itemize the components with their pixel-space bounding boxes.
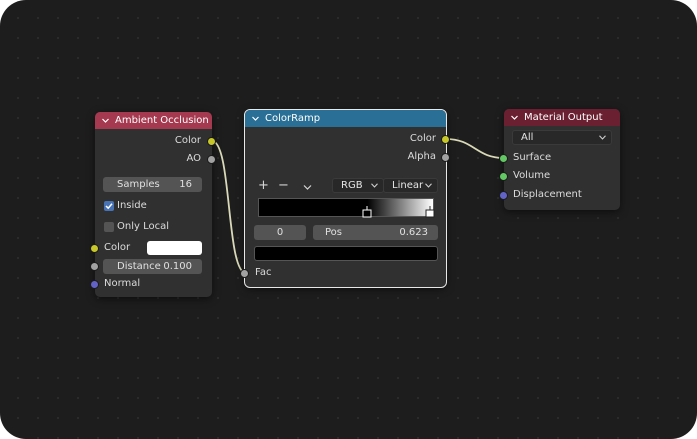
ao-input-normal-label: Normal — [104, 278, 141, 289]
material-output-node[interactable]: Material Output All Surface Volume Displ… — [500, 109, 620, 210]
ramp-output-alpha-socket[interactable] — [442, 154, 449, 161]
pos-value: 0.623 — [399, 227, 428, 238]
collapse-chevron-icon[interactable] — [252, 115, 259, 122]
ramp-output-color-socket[interactable] — [442, 136, 449, 143]
output-input-displacement-socket[interactable] — [500, 192, 507, 199]
ao-input-normal-socket[interactable] — [91, 281, 98, 288]
samples-label: Samples — [117, 179, 160, 190]
ao-output-ao-label: AO — [186, 153, 201, 164]
material-output-node-header[interactable]: Material Output — [504, 109, 620, 126]
target-dropdown[interactable]: All — [512, 130, 612, 145]
link-ao-color-to-fac — [211, 140, 247, 274]
ramp-input-fac-label: Fac — [255, 267, 272, 278]
ao-output-color-label: Color — [174, 135, 201, 146]
ramp-output-alpha-label: Alpha — [407, 151, 436, 162]
interpolation-value: Linear — [392, 180, 424, 191]
only-local-checkbox[interactable] — [104, 222, 114, 232]
ao-output-color-socket[interactable] — [208, 138, 215, 145]
ao-color-swatch[interactable] — [147, 241, 202, 255]
output-input-surface-label: Surface — [513, 152, 552, 163]
output-input-volume-socket[interactable] — [500, 173, 507, 180]
link-ramp-color-to-surface — [445, 138, 505, 159]
material-output-node-title: Material Output — [524, 112, 603, 123]
samples-value: 16 — [179, 179, 192, 190]
colorramp-node-title: ColorRamp — [265, 113, 321, 124]
colorramp-node-header[interactable]: ColorRamp — [245, 110, 446, 127]
ao-input-distance-socket[interactable] — [91, 263, 98, 270]
distance-field[interactable]: Distance 0.100 — [103, 259, 202, 274]
color-mode-value: RGB — [341, 180, 363, 191]
output-input-displacement-label: Displacement — [513, 189, 582, 200]
chevron-down-icon — [599, 135, 606, 140]
ambient-occlusion-node[interactable]: Ambient Occlusion Color AO Samples 16 In… — [91, 112, 215, 297]
collapse-chevron-icon[interactable] — [511, 114, 518, 121]
target-value: All — [521, 132, 534, 143]
active-stop-index-field[interactable]: 0 — [254, 225, 306, 240]
collapse-chevron-icon[interactable] — [102, 117, 109, 124]
inside-checkbox[interactable] — [104, 201, 114, 211]
interpolation-dropdown[interactable]: Linear — [383, 178, 438, 193]
active-stop-index-value: 0 — [276, 227, 284, 238]
colorramp-node[interactable]: ColorRamp Color Alpha + − RGB Linear 0 P… — [241, 109, 449, 288]
output-input-surface-socket[interactable] — [500, 155, 507, 162]
only-local-label: Only Local — [117, 221, 170, 232]
add-stop-icon[interactable]: + — [258, 179, 269, 192]
ao-node-header[interactable]: Ambient Occlusion — [95, 112, 212, 129]
ramp-input-fac-socket[interactable] — [241, 270, 248, 277]
ramp-output-color-label: Color — [409, 133, 436, 144]
pos-field[interactable]: Pos 0.623 — [313, 225, 438, 240]
distance-value: 0.100 — [163, 261, 192, 272]
ramp-stop-marker[interactable] — [425, 206, 435, 221]
remove-stop-icon[interactable]: − — [278, 179, 289, 192]
samples-field[interactable]: Samples 16 — [103, 177, 202, 192]
stop-color-swatch[interactable] — [254, 246, 438, 261]
distance-label: Distance — [117, 261, 161, 272]
ao-input-color-label: Color — [104, 242, 131, 253]
pos-label: Pos — [325, 227, 343, 238]
ramp-stop-marker-active[interactable] — [362, 206, 372, 221]
color-ramp-gradient[interactable] — [258, 198, 434, 217]
inside-label: Inside — [117, 200, 147, 211]
node-editor-canvas[interactable]: Ambient Occlusion Color AO Samples 16 In… — [0, 0, 697, 439]
output-input-volume-label: Volume — [513, 170, 551, 181]
chevron-down-icon — [425, 183, 432, 188]
color-mode-dropdown[interactable]: RGB — [332, 178, 384, 193]
ao-node-title: Ambient Occlusion — [115, 115, 209, 126]
chevron-down-icon — [371, 183, 378, 188]
ramp-menu-chevron-icon[interactable] — [303, 183, 312, 194]
ao-output-ao-socket[interactable] — [208, 156, 215, 163]
ao-input-color-socket[interactable] — [91, 245, 98, 252]
